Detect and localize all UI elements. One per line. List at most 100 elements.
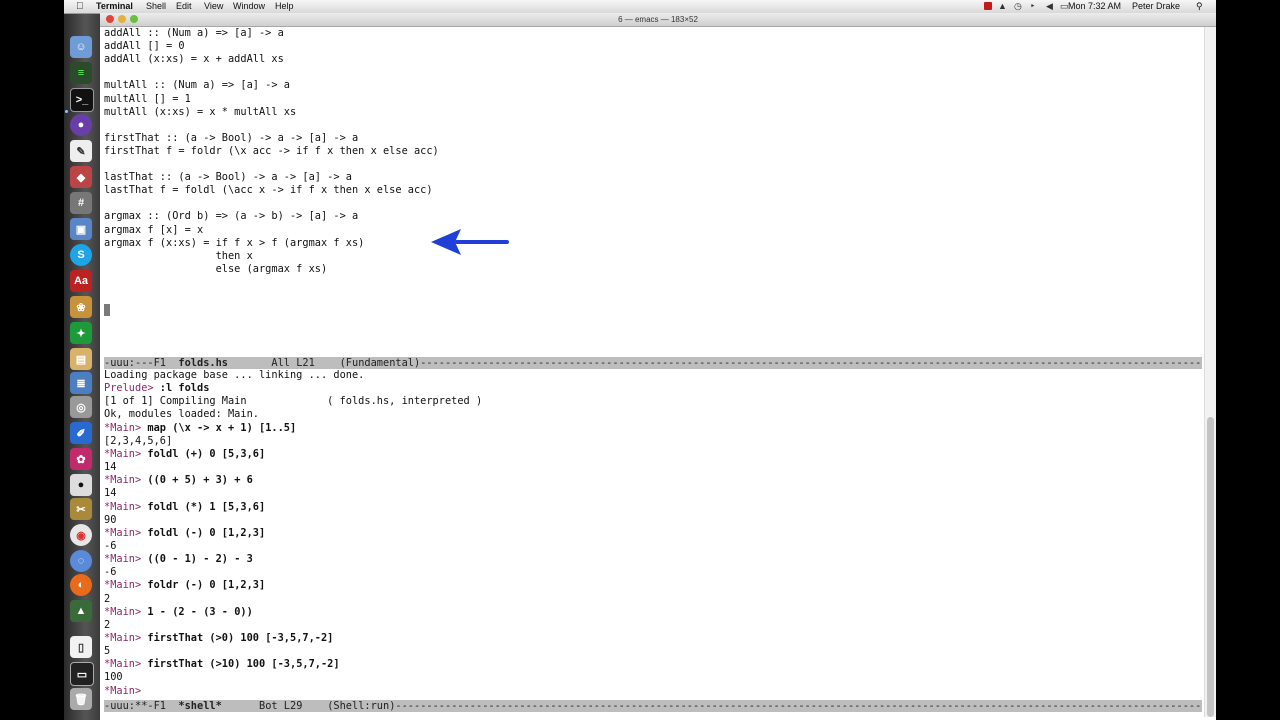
- shell-line[interactable]: -6: [104, 566, 116, 579]
- shell-line[interactable]: Loading package base ... linking ... don…: [104, 369, 364, 382]
- code-line[interactable]: addAll (x:xs) = x + addAll xs: [104, 53, 284, 66]
- apple-menu-icon[interactable]: : [76, 0, 84, 13]
- menu-shell[interactable]: Shell: [146, 0, 166, 13]
- code-line[interactable]: firstThat :: (a -> Bool) -> a -> [a] -> …: [104, 132, 358, 145]
- emacs-frame[interactable]: addAll :: (Num a) => [a] -> a addAll [] =…: [104, 27, 1204, 717]
- volume-icon[interactable]: ◀: [1046, 0, 1053, 13]
- terminal-icon[interactable]: >_: [70, 88, 94, 112]
- spotlight-icon[interactable]: ⚲: [1196, 0, 1203, 13]
- shell-modeline: -uuu:**-F1 *shell* Bot L29 (Shell:run)--…: [104, 700, 1202, 712]
- app-icon[interactable]: ▲: [70, 600, 92, 622]
- flower-icon[interactable]: ✿: [70, 448, 92, 470]
- shell-prompt: *Main>: [104, 526, 148, 539]
- dictionary-icon[interactable]: Aa: [70, 270, 92, 292]
- firefox-icon[interactable]: ◐: [70, 574, 92, 596]
- go-game-icon[interactable]: ●: [70, 474, 92, 496]
- shell-line[interactable]: Ok, modules loaded: Main.: [104, 408, 259, 421]
- activity-monitor-icon[interactable]: ≡: [70, 62, 92, 84]
- window-title: 6 — emacs — 183×52: [618, 15, 698, 24]
- menu-window[interactable]: Window: [233, 0, 265, 13]
- scrollbar-thumb[interactable]: [1207, 417, 1214, 717]
- notes-icon[interactable]: ▤: [70, 348, 92, 370]
- menu-user[interactable]: Peter Drake: [1132, 0, 1180, 13]
- menu-bar:  Terminal Shell Edit View Window Help ▲…: [64, 0, 1216, 14]
- menu-edit[interactable]: Edit: [176, 0, 192, 13]
- code-line[interactable]: argmax f [x] = x: [104, 224, 203, 237]
- shell-line[interactable]: Prelude> :l folds: [104, 382, 209, 395]
- photos-icon[interactable]: ❀: [70, 296, 92, 318]
- code-line[interactable]: argmax :: (Ord b) => (a -> b) -> [a] -> …: [104, 210, 358, 223]
- code-line[interactable]: firstThat f = foldr (\x acc -> if f x th…: [104, 145, 439, 158]
- text-cursor: [104, 304, 110, 316]
- shell-prompt: *Main>: [104, 605, 148, 618]
- shell-line[interactable]: *Main> foldr (-) 0 [1,2,3]: [104, 579, 265, 592]
- code-line[interactable]: lastThat f = foldl (\acc x -> if f x the…: [104, 184, 433, 197]
- shell-line[interactable]: 100: [104, 671, 123, 684]
- shell-prompt: *Main>: [104, 421, 148, 434]
- document-icon[interactable]: ▯: [70, 636, 92, 658]
- trash-icon[interactable]: 🗑: [70, 688, 92, 710]
- chrome-icon[interactable]: ◉: [70, 524, 92, 546]
- code-line[interactable]: multAll :: (Num a) => [a] -> a: [104, 79, 290, 92]
- paint-icon[interactable]: ✐: [70, 422, 92, 444]
- shell-line[interactable]: *Main> 1 - (2 - (3 - 0)): [104, 606, 253, 619]
- minimize-button[interactable]: [118, 15, 126, 23]
- app-icon[interactable]: ◆: [70, 166, 92, 188]
- code-line[interactable]: then x: [104, 250, 253, 263]
- terminal-window: 6 — emacs — 183×52 addAll :: (Num a) => …: [100, 13, 1216, 720]
- menu-app-name[interactable]: Terminal: [96, 0, 133, 13]
- menu-help[interactable]: Help: [275, 0, 294, 13]
- scrollbar[interactable]: [1204, 27, 1216, 717]
- shell-line[interactable]: 90: [104, 514, 116, 527]
- code-line[interactable]: addAll :: (Num a) => [a] -> a: [104, 27, 284, 40]
- stack-icon[interactable]: ≣: [70, 372, 92, 394]
- shell-line[interactable]: [2,3,4,5,6]: [104, 435, 172, 448]
- close-button[interactable]: [106, 15, 114, 23]
- finder-icon[interactable]: ☺: [70, 36, 92, 58]
- display-icon[interactable]: ▭: [70, 662, 94, 686]
- code-line[interactable]: multAll [] = 1: [104, 93, 191, 106]
- dvd-player-icon[interactable]: ◎: [70, 396, 92, 418]
- shell-output: [1 of 1] Compiling Main ( folds.hs, inte…: [104, 395, 483, 408]
- window-titlebar[interactable]: 6 — emacs — 183×52: [100, 13, 1216, 27]
- shell-output: 90: [104, 513, 117, 526]
- shell-line[interactable]: 14: [104, 487, 116, 500]
- shell-line[interactable]: [1 of 1] Compiling Main ( folds.hs, inte…: [104, 395, 482, 408]
- shell-line[interactable]: *Main> ((0 + 5) + 3) + 6: [104, 474, 253, 487]
- menu-clock[interactable]: Mon 7:32 AM: [1068, 0, 1121, 13]
- calculator-icon[interactable]: #: [70, 192, 92, 214]
- code-line[interactable]: addAll [] = 0: [104, 40, 185, 53]
- greenfoot-icon[interactable]: ✦: [70, 322, 92, 344]
- shell-line[interactable]: *Main> map (\x -> x + 1) [1..5]: [104, 422, 296, 435]
- shell-line[interactable]: 5: [104, 645, 110, 658]
- preview-icon[interactable]: ▣: [70, 218, 92, 240]
- code-line[interactable]: argmax f (x:xs) = if f x > f (argmax f x…: [104, 237, 364, 250]
- shell-line[interactable]: 2: [104, 619, 110, 632]
- shell-line[interactable]: -6: [104, 540, 116, 553]
- eclipse-icon[interactable]: ●: [70, 114, 92, 136]
- recording-icon[interactable]: [984, 2, 992, 10]
- shell-line[interactable]: *Main> foldl (-) 0 [1,2,3]: [104, 527, 265, 540]
- tools-icon[interactable]: ✂: [70, 498, 92, 520]
- time-machine-icon[interactable]: ◷: [1014, 0, 1022, 13]
- shell-line[interactable]: 2: [104, 593, 110, 606]
- zoom-button[interactable]: [130, 15, 138, 23]
- code-line[interactable]: lastThat :: (a -> Bool) -> a -> [a] -> a: [104, 171, 352, 184]
- textedit-icon[interactable]: ✎: [70, 140, 92, 162]
- shell-line[interactable]: *Main> foldl (+) 0 [5,3,6]: [104, 448, 265, 461]
- shell-output: 14: [104, 461, 117, 474]
- code-line[interactable]: else (argmax f xs): [104, 263, 328, 276]
- dropbox-icon[interactable]: ▲: [998, 0, 1007, 13]
- skype-icon[interactable]: S: [70, 244, 92, 266]
- shell-output: 2: [104, 618, 111, 631]
- shell-line[interactable]: *Main> ((0 - 1) - 2) - 3: [104, 553, 253, 566]
- shell-line[interactable]: *Main> foldl (*) 1 [5,3,6]: [104, 501, 265, 514]
- bluetooth-icon[interactable]: ‣: [1030, 0, 1035, 13]
- shell-line[interactable]: *Main> firstThat (>10) 100 [-3,5,7,-2]: [104, 658, 340, 671]
- menu-view[interactable]: View: [204, 0, 223, 13]
- network-icon[interactable]: ◌: [70, 550, 92, 572]
- shell-line[interactable]: *Main> firstThat (>0) 100 [-3,5,7,-2]: [104, 632, 333, 645]
- shell-line[interactable]: *Main>: [104, 685, 147, 698]
- shell-line[interactable]: 14: [104, 461, 116, 474]
- code-line[interactable]: multAll (x:xs) = x * multAll xs: [104, 106, 296, 119]
